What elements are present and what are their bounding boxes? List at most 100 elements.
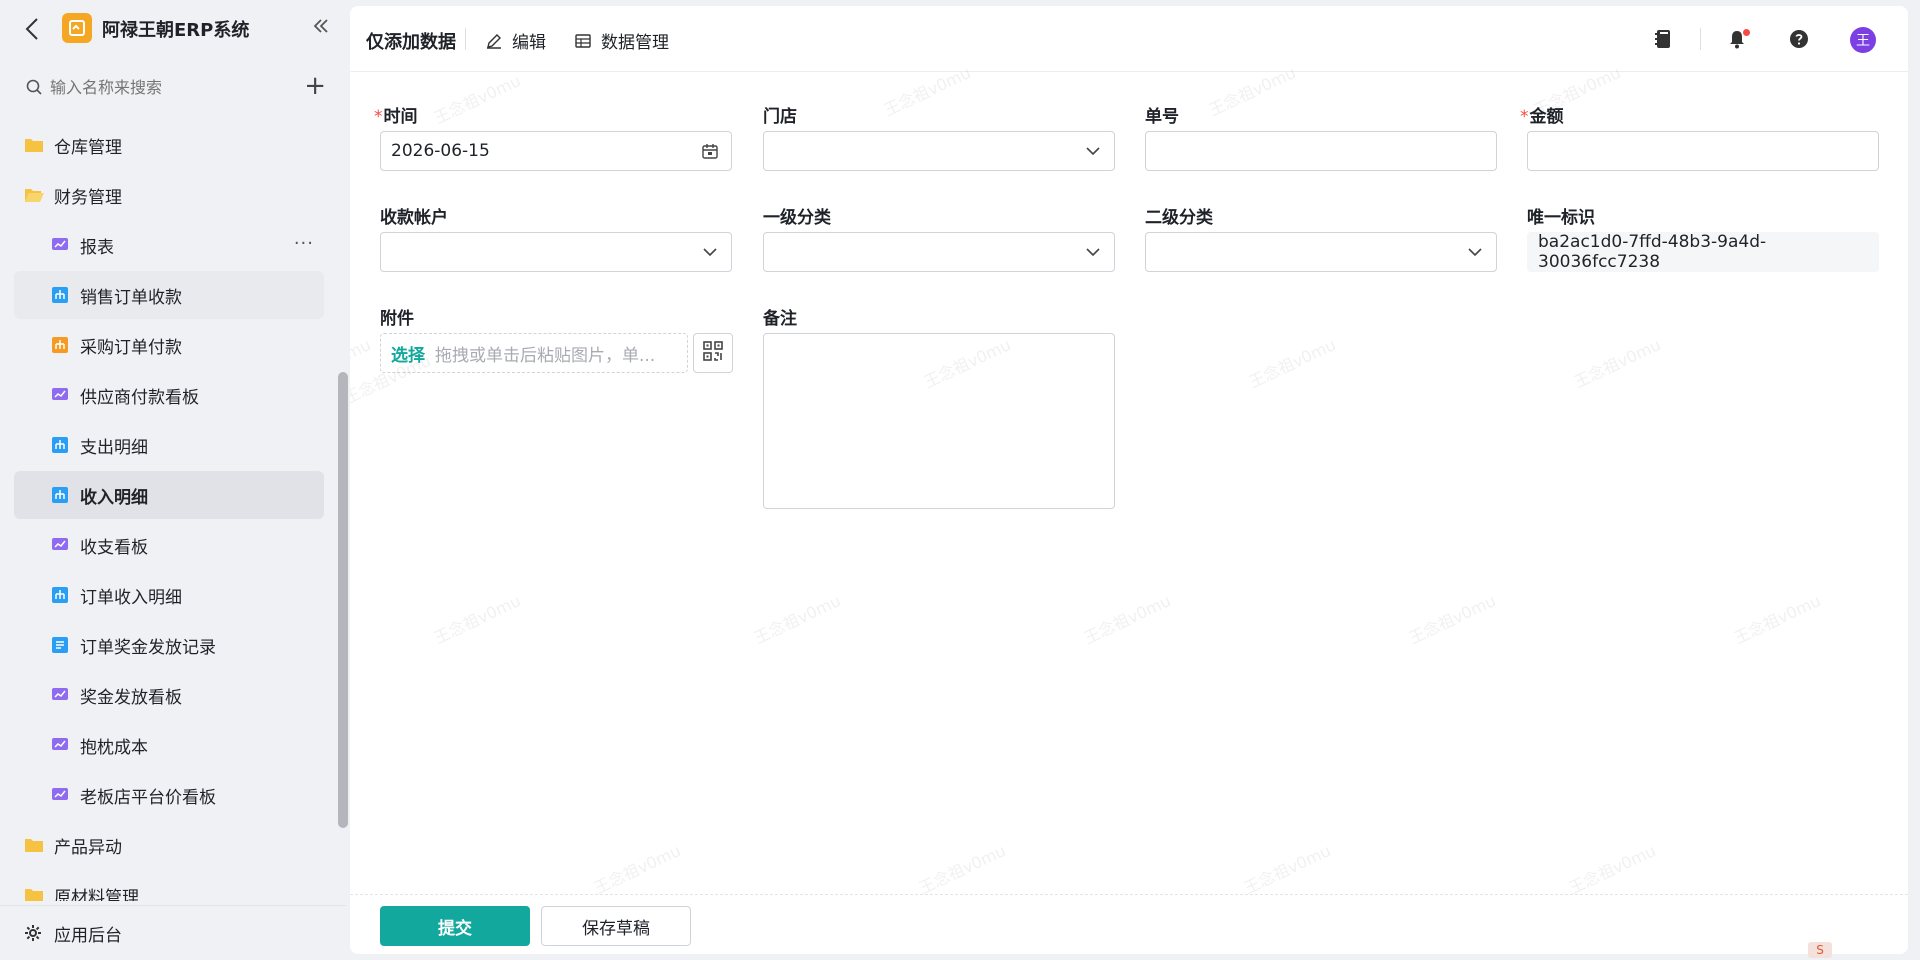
sidebar-item-label: 原材料管理: [54, 887, 139, 902]
search-input[interactable]: [50, 77, 270, 97]
collapse-sidebar-icon[interactable]: [312, 16, 330, 40]
sidebar-item-report[interactable]: 报表 ···: [14, 221, 324, 269]
form-icon: [50, 635, 70, 655]
watermark: 王念祖v0mu: [1245, 335, 1339, 392]
sidebar-item-finance[interactable]: 财务管理: [0, 171, 330, 219]
watermark: 王念祖v0mu: [430, 591, 524, 648]
sidebar-item-raw-material[interactable]: 原材料管理: [0, 871, 330, 901]
chevron-down-icon: [1084, 243, 1102, 261]
watermark: 王念祖v0mu: [1240, 841, 1334, 898]
attachment-pick-button[interactable]: 选择: [391, 341, 425, 366]
attachment-label: 附件: [380, 309, 414, 329]
table-grid-icon: [575, 32, 593, 50]
app-admin-link[interactable]: 应用后台: [0, 905, 346, 960]
edit-label: 编辑: [512, 33, 546, 53]
uid-value: ba2ac1d0-7ffd-48b3-9a4d-30036fcc7238: [1538, 232, 1767, 272]
store-select[interactable]: [763, 131, 1115, 171]
category2-select[interactable]: [1145, 232, 1497, 272]
topbar: 仅添加数据 编辑 数据管理 王: [350, 6, 1908, 72]
folder-icon: [24, 835, 44, 855]
sidebar-nav: 仓库管理 财务管理 报表 ··· 销售订单收款 采购订单付款 供应商付款看板 支…: [0, 121, 336, 901]
remark-label: 备注: [763, 309, 797, 329]
sidebar-item-income-detail[interactable]: 收入明细: [14, 471, 324, 519]
order-no-input[interactable]: [1145, 131, 1497, 171]
save-draft-button[interactable]: 保存草稿: [541, 906, 691, 946]
amount-label-text: 金额: [1529, 107, 1564, 127]
sidebar-item-bonus-board[interactable]: 奖金发放看板: [14, 671, 324, 719]
notebook-icon[interactable]: [1650, 26, 1676, 52]
watermark: 王念祖v0mu: [1565, 841, 1659, 898]
sidebar-item-purchase-payment[interactable]: 采购订单付款: [14, 321, 324, 369]
corner-badge-icon: S: [1808, 942, 1832, 958]
sidebar-item-label: 收入明细: [80, 487, 148, 508]
attachment-upload[interactable]: 选择 拖拽或单击后粘贴图片，单...: [380, 333, 688, 373]
sidebar-header: 阿禄王朝ERP系统: [0, 0, 346, 58]
account-label: 收款帐户: [380, 208, 448, 228]
sidebar-item-expense-detail[interactable]: 支出明细: [14, 421, 324, 469]
sidebar-item-order-income[interactable]: 订单收入明细: [14, 571, 324, 619]
watermark: 王念祖v0mu: [1405, 591, 1499, 648]
sidebar-item-label: 产品异动: [54, 837, 122, 858]
chevron-down-icon: [1466, 243, 1484, 261]
sidebar-item-label: 财务管理: [54, 187, 122, 208]
calendar-icon[interactable]: [701, 142, 719, 160]
edit-button[interactable]: 编辑: [486, 28, 546, 53]
watermark: 王念祖v0mu: [915, 841, 1009, 898]
order-no-label: 单号: [1145, 107, 1179, 127]
sidebar-item-bonus-record[interactable]: 订单奖金发放记录: [14, 621, 324, 669]
sidebar-item-label: 抱枕成本: [80, 737, 148, 758]
back-arrow-icon[interactable]: [20, 15, 44, 43]
chart-board-icon: [50, 535, 70, 555]
folder-icon: [24, 135, 44, 155]
sidebar-item-warehouse[interactable]: 仓库管理: [0, 121, 330, 169]
category2-label: 二级分类: [1145, 208, 1213, 228]
sidebar-item-label: 订单奖金发放记录: [80, 637, 216, 658]
sidebar-item-platform-price-board[interactable]: 老板店平台价看板: [14, 771, 324, 819]
time-field[interactable]: 2026-06-15: [380, 131, 732, 171]
add-icon[interactable]: +: [304, 72, 326, 100]
folder-open-icon: [24, 185, 44, 205]
sidebar-item-product-change[interactable]: 产品异动: [0, 821, 330, 869]
chart-board-icon: [50, 235, 70, 255]
data-manage-button[interactable]: 数据管理: [575, 28, 669, 53]
more-icon[interactable]: ···: [294, 233, 314, 254]
avatar[interactable]: 王: [1850, 27, 1876, 53]
category1-select[interactable]: [763, 232, 1115, 272]
qr-code-button[interactable]: [693, 333, 733, 373]
sidebar-item-income-expense-board[interactable]: 收支看板: [14, 521, 324, 569]
watermark: 王念祖v0mu: [430, 71, 524, 128]
qr-code-icon: [703, 340, 723, 366]
submit-button[interactable]: 提交: [380, 906, 530, 946]
amount-input[interactable]: [1527, 131, 1879, 171]
remark-textarea[interactable]: [763, 333, 1115, 509]
app-admin-label: 应用后台: [54, 925, 122, 946]
page-title: 仅添加数据: [366, 32, 456, 53]
sidebar: 阿禄王朝ERP系统 + 仓库管理 财务管理 报表 ··· 销售订单收款: [0, 0, 348, 960]
sidebar-item-pillow-cost[interactable]: 抱枕成本: [14, 721, 324, 769]
table-icon: [50, 585, 70, 605]
uid-label: 唯一标识: [1527, 208, 1595, 228]
search-icon: [26, 78, 44, 96]
watermark: 王念祖v0mu: [750, 591, 844, 648]
category1-label: 一级分类: [763, 208, 831, 228]
pencil-icon: [486, 32, 504, 50]
watermark: 王念祖v0mu: [1570, 335, 1664, 392]
required-mark: *: [1520, 107, 1529, 127]
required-mark: *: [374, 107, 383, 127]
data-manage-label: 数据管理: [601, 33, 669, 53]
sidebar-item-supplier-board[interactable]: 供应商付款看板: [14, 371, 324, 419]
divider: [1700, 28, 1701, 50]
account-select[interactable]: [380, 232, 732, 272]
sidebar-item-label: 奖金发放看板: [80, 687, 182, 708]
table-icon: [50, 285, 70, 305]
watermark: 王念祖v0mu: [1080, 591, 1174, 648]
sidebar-item-sales-receipt[interactable]: 销售订单收款: [14, 271, 324, 319]
sidebar-item-label: 供应商付款看板: [80, 387, 199, 408]
sidebar-scrollbar[interactable]: [338, 372, 348, 828]
notification-dot: [1743, 29, 1750, 36]
chevron-down-icon: [1084, 142, 1102, 160]
chart-board-icon: [50, 685, 70, 705]
chart-board-icon: [50, 385, 70, 405]
sidebar-item-label: 报表: [80, 237, 114, 258]
help-icon[interactable]: [1786, 26, 1812, 52]
